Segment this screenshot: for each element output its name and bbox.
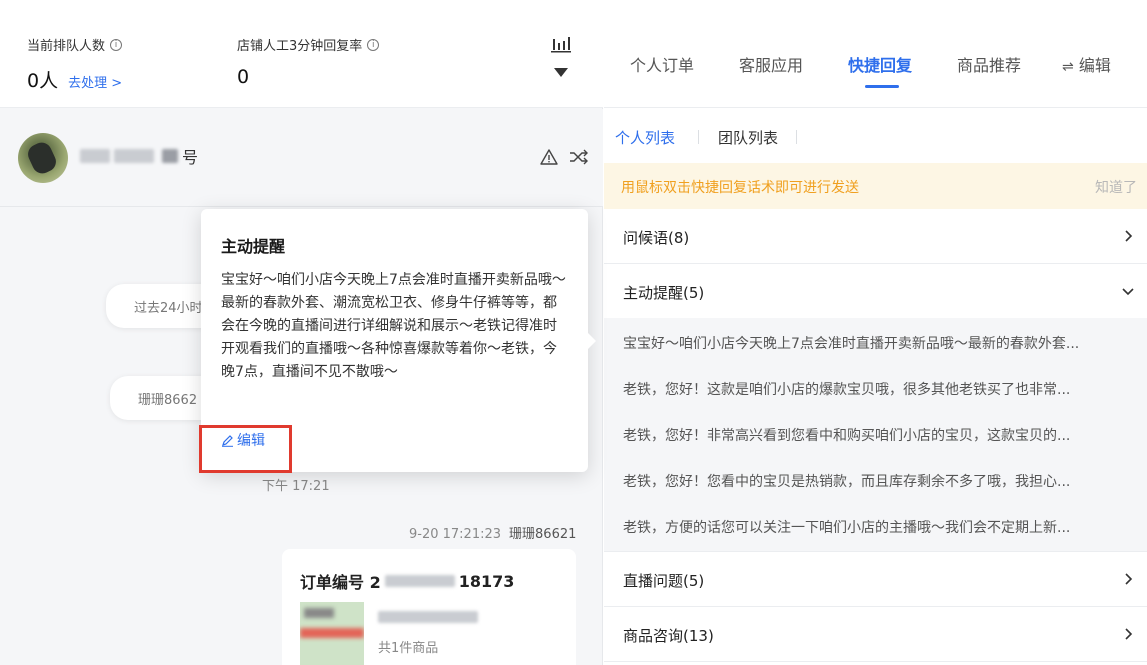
customer-name-visible: 号 xyxy=(182,148,199,167)
edit-reply-button[interactable]: 编辑 xyxy=(221,430,265,450)
category-proactive-reminder[interactable]: 主动提醒(5) xyxy=(604,264,1147,319)
quick-reply-item[interactable]: 老铁，您好！非常高兴看到您看中和购买咱们小店的宝贝，这款宝贝的... xyxy=(623,425,1143,445)
order-number: 订单编号 2 18173 xyxy=(300,571,515,593)
handle-queue-link[interactable]: 去处理 > xyxy=(68,72,122,91)
quick-reply-item[interactable]: 老铁，您好！这款是咱们小店的爆款宝贝哦，很多其他老铁买了也非常... xyxy=(623,379,1143,399)
category-live-questions[interactable]: 直播问题(5) xyxy=(604,552,1147,607)
reply-preview-popover: 主动提醒 宝宝好～咱们小店今天晚上7点会准时直播开卖新品哦～最新的春款外套、潮流… xyxy=(201,209,596,472)
message-time: 下午 17:21 xyxy=(262,479,330,494)
category-greetings[interactable]: 问候语(8) xyxy=(604,209,1147,264)
tool-tabs: 个人订单 客服应用 快捷回复 商品推荐 ⇌ 编辑 xyxy=(604,0,1147,108)
list-subtabs: 个人列表 团队列表 xyxy=(604,109,1147,163)
popover-body: 宝宝好～咱们小店今天晚上7点会准时直播开卖新品哦～最新的春款外套、潮流宽松卫衣、… xyxy=(221,272,566,380)
quick-reply-item[interactable]: 老铁，您好！您看中的宝贝是热销款，而且库存剩余不多了哦，我担心... xyxy=(623,471,1143,491)
transfer-icon[interactable] xyxy=(569,148,589,166)
tab-edit[interactable]: ⇌ 编辑 xyxy=(1062,52,1111,76)
queue-label: 当前排队人数 xyxy=(27,39,106,54)
active-tab-indicator xyxy=(865,85,899,88)
order-card[interactable]: 订单编号 2 18173 共1件商品 xyxy=(282,549,576,665)
notice-text: 用鼠标双击快捷回复话术即可进行发送 xyxy=(621,180,859,196)
order-item-count: 共1件商品 xyxy=(378,641,439,656)
reply-rate-value: 0 xyxy=(237,66,250,88)
tab-personal-orders[interactable]: 个人订单 xyxy=(630,52,694,76)
product-thumbnail[interactable] xyxy=(300,602,364,665)
subtab-personal-list[interactable]: 个人列表 xyxy=(615,127,675,148)
usage-notice: 用鼠标双击快捷回复话术即可进行发送 知道了 xyxy=(604,163,1147,209)
reply-rate-stat: 店铺人工3分钟回复率 i 0 xyxy=(237,35,380,88)
notice-dismiss-button[interactable]: 知道了 xyxy=(1095,177,1137,197)
chevron-right-icon xyxy=(1125,628,1133,640)
warning-icon[interactable] xyxy=(540,149,558,165)
stats-bar: 当前排队人数 i 0人 去处理 > 店铺人工3分钟回复率 i 0 xyxy=(0,0,603,108)
reply-rate-label: 店铺人工3分钟回复率 xyxy=(237,39,363,54)
swap-icon: ⇌ xyxy=(1062,59,1074,75)
queue-value: 0人 xyxy=(27,70,59,92)
chevron-right-icon xyxy=(1125,230,1133,242)
bar-chart-icon[interactable] xyxy=(551,35,571,53)
customer-header: 号 xyxy=(0,109,603,207)
customer-name: 号 xyxy=(80,145,198,167)
info-icon[interactable]: i xyxy=(110,38,123,51)
chevron-down-icon xyxy=(1122,288,1134,296)
quick-reply-item[interactable]: 老铁，方便的话您可以关注一下咱们小店的主播哦～我们会不定期上新... xyxy=(623,517,1143,537)
tab-service-apps[interactable]: 客服应用 xyxy=(739,52,803,76)
tab-product-recommend[interactable]: 商品推荐 xyxy=(957,52,1021,76)
tools-pane: 个人订单 客服应用 快捷回复 商品推荐 ⇌ 编辑 个人列表 团队列表 用鼠标双击… xyxy=(604,0,1147,665)
subtab-team-list[interactable]: 团队列表 xyxy=(718,127,778,148)
category-product-inquiry[interactable]: 商品咨询(13) xyxy=(604,607,1147,662)
message-meta: 9-20 17:21:23 珊珊86621 xyxy=(409,527,577,542)
tab-quick-reply[interactable]: 快捷回复 xyxy=(848,52,912,76)
dropdown-triangle-icon[interactable] xyxy=(554,68,568,77)
chevron-right-icon xyxy=(1125,573,1133,585)
info-icon[interactable]: i xyxy=(367,38,380,51)
reminder-reply-list: 宝宝好～咱们小店今天晚上7点会准时直播开卖新品哦～最新的春款外套... 老铁，您… xyxy=(604,318,1147,552)
quick-reply-item[interactable]: 宝宝好～咱们小店今天晚上7点会准时直播开卖新品哦～最新的春款外套... xyxy=(623,333,1143,353)
popover-title: 主动提醒 xyxy=(221,237,286,256)
avatar[interactable] xyxy=(18,133,68,183)
queue-stat: 当前排队人数 i 0人 去处理 > xyxy=(27,35,122,93)
pencil-icon xyxy=(222,434,233,447)
